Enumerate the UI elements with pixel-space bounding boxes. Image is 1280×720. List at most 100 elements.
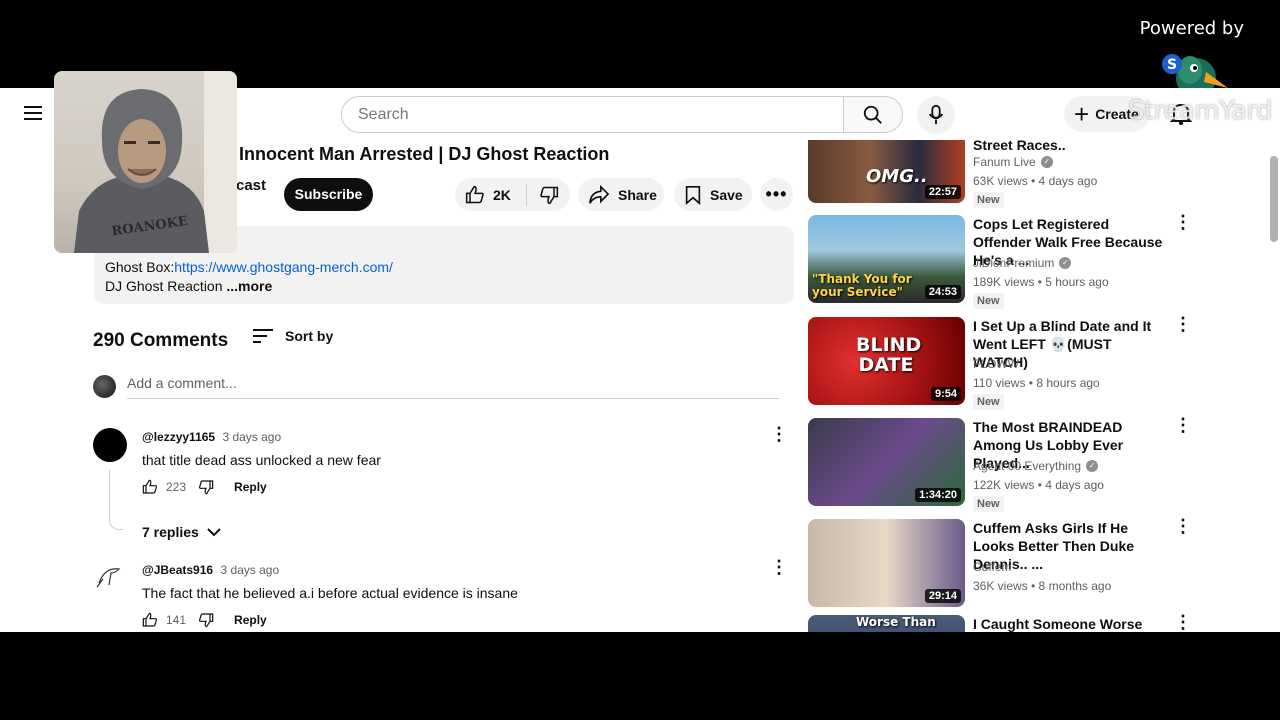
comment-item: @JBeats916 3 days ago The fact that he b… <box>93 558 793 631</box>
comment-text: The fact that he believed a.i before act… <box>142 585 518 601</box>
bookmark-icon <box>685 185 701 205</box>
thumbs-down-icon[interactable] <box>198 479 214 495</box>
more-vertical-icon[interactable]: ⋮ <box>1174 613 1192 631</box>
video-thumbnail[interactable]: 1:34:20 <box>808 418 965 506</box>
save-label: Save <box>710 186 743 203</box>
comment-item: @lezzyy1165 3 days ago that title dead a… <box>93 425 793 540</box>
new-badge: New <box>973 192 1004 208</box>
voice-search-button[interactable] <box>917 96 955 134</box>
svg-text:S: S <box>1167 57 1177 73</box>
thumbs-up-icon <box>465 185 484 203</box>
video-title[interactable]: Street Races.. <box>973 136 1169 154</box>
new-badge: New <box>973 394 1004 410</box>
replies-count: 7 replies <box>142 524 199 540</box>
like-button[interactable]: 2K <box>455 183 527 206</box>
share-label: Share <box>618 186 657 203</box>
comment-more-icon[interactable]: ⋮ <box>770 558 788 576</box>
channel-name[interactable]: Fanum Live ✓ <box>973 155 1053 169</box>
comment-more-icon[interactable]: ⋮ <box>770 425 788 443</box>
commenter-avatar[interactable] <box>93 561 127 595</box>
webcam-feed: ROANOKE <box>54 71 237 253</box>
powered-by-label: Powered by <box>1139 18 1244 39</box>
video-duration: 9:54 <box>930 387 961 401</box>
new-badge: New <box>973 496 1004 512</box>
search-input[interactable]: Search <box>341 96 844 133</box>
like-dislike-group: 2K <box>455 178 570 211</box>
comment-header: @JBeats916 3 days ago <box>142 563 279 577</box>
share-button[interactable]: Share <box>578 178 664 211</box>
channel-label: Cuffem <box>973 560 1012 574</box>
comment-like-count: 223 <box>166 480 187 494</box>
video-meta: 189K views • 5 hours ago <box>973 275 1109 289</box>
save-button[interactable]: Save <box>674 178 752 211</box>
more-vertical-icon[interactable]: ⋮ <box>1174 315 1192 333</box>
microphone-icon <box>928 104 944 125</box>
thumbs-up-icon[interactable] <box>142 479 158 495</box>
channel-name[interactable]: cast <box>236 177 266 194</box>
recommended-video[interactable]: Worse Than I Caught Someone Worse Than ⋮ <box>808 613 1192 632</box>
video-thumbnail[interactable]: 29:14 <box>808 519 965 607</box>
more-vertical-icon[interactable]: ⋮ <box>1174 213 1192 231</box>
recommended-video[interactable]: BLIND DATE 9:54 I Set Up a Blind Date an… <box>808 315 1192 410</box>
thumbs-down-icon[interactable] <box>198 612 214 628</box>
description-link[interactable]: https://www.ghostgang-merch.com/ <box>174 259 393 275</box>
sort-by-label: Sort by <box>285 328 334 344</box>
recommended-video[interactable]: OMG.. 22:57 Street Races.. Fanum Live ✓ 6… <box>808 137 1188 208</box>
commenter-avatar[interactable] <box>93 428 127 462</box>
video-thumbnail[interactable]: Worse Than <box>808 615 965 632</box>
recommended-video[interactable]: 1:34:20 The Most BRAINDEAD Among Us Lobb… <box>808 416 1192 512</box>
video-duration: 24:53 <box>924 285 961 299</box>
thumbs-up-icon[interactable] <box>142 612 158 628</box>
channel-name[interactable]: FLOWW <box>973 357 1019 371</box>
comments-count: 290 Comments <box>93 330 229 351</box>
thread-line <box>109 470 123 530</box>
video-title[interactable]: I Caught Someone Worse Than <box>973 615 1169 632</box>
thumbs-down-icon <box>539 186 558 204</box>
streamyard-watermark: StreamYard <box>1128 96 1273 126</box>
channel-name[interactable]: Cuffem <box>973 560 1011 574</box>
description-more-link[interactable]: ...more <box>223 278 272 294</box>
description-prefix: Ghost Box: <box>105 259 175 275</box>
comment-actions: 141 Reply <box>142 612 267 628</box>
comment-author[interactable]: @lezzyy1165 <box>142 430 215 444</box>
video-thumbnail[interactable]: "Thank You for your Service" 24:53 <box>808 215 965 303</box>
search-button[interactable] <box>843 96 903 133</box>
video-meta: 63K views • 4 days ago <box>973 174 1098 188</box>
video-meta: 110 views • 8 hours ago <box>973 376 1100 390</box>
plus-icon: + <box>1074 99 1090 129</box>
comment-time[interactable]: 3 days ago <box>222 430 281 444</box>
video-thumbnail[interactable]: BLIND DATE 9:54 <box>808 317 965 405</box>
thumbnail-caption: BLIND DATE <box>856 334 922 376</box>
comment-like-count: 141 <box>166 613 187 627</box>
comment-time[interactable]: 3 days ago <box>220 563 279 577</box>
add-comment-input[interactable]: Add a comment... <box>127 375 779 399</box>
channel-name[interactable]: Agent 00 Everything ✓ <box>973 459 1099 473</box>
comment-author[interactable]: @JBeats916 <box>142 563 213 577</box>
chevron-down-icon <box>207 528 221 537</box>
video-thumbnail[interactable]: OMG.. 22:57 <box>808 140 965 203</box>
menu-icon[interactable] <box>24 106 42 120</box>
reply-button[interactable]: Reply <box>234 480 267 494</box>
replies-toggle[interactable]: 7 replies <box>142 524 221 540</box>
search-icon <box>863 105 882 124</box>
channel-label: JiDionPremium <box>973 256 1055 270</box>
channel-name[interactable]: JiDionPremium ✓ <box>973 256 1072 270</box>
like-count: 2K <box>493 186 511 203</box>
more-actions-button[interactable]: ••• <box>760 178 793 211</box>
verified-icon: ✓ <box>1059 257 1072 269</box>
recommended-video[interactable]: 29:14 Cuffem Asks Girls If He Looks Bett… <box>808 517 1192 609</box>
description-text: DJ Ghost Reaction <box>105 278 223 294</box>
more-vertical-icon[interactable]: ⋮ <box>1174 517 1192 535</box>
video-meta: 36K views • 8 months ago <box>973 579 1112 593</box>
verified-icon: ✓ <box>1040 156 1053 168</box>
thumbnail-caption: OMG.. <box>866 166 928 187</box>
page-scrollbar[interactable] <box>1270 156 1278 242</box>
sort-by-button[interactable]: Sort by <box>253 328 333 344</box>
dislike-button[interactable] <box>527 185 570 205</box>
thumbnail-caption: Worse Than <box>856 615 936 629</box>
more-vertical-icon[interactable]: ⋮ <box>1174 416 1192 434</box>
recommended-video[interactable]: "Thank You for your Service" 24:53 Cops … <box>808 213 1192 309</box>
reply-button[interactable]: Reply <box>234 613 267 627</box>
subscribe-button[interactable]: Subscribe <box>284 178 373 211</box>
webcam-person-image: ROANOKE <box>74 71 237 253</box>
